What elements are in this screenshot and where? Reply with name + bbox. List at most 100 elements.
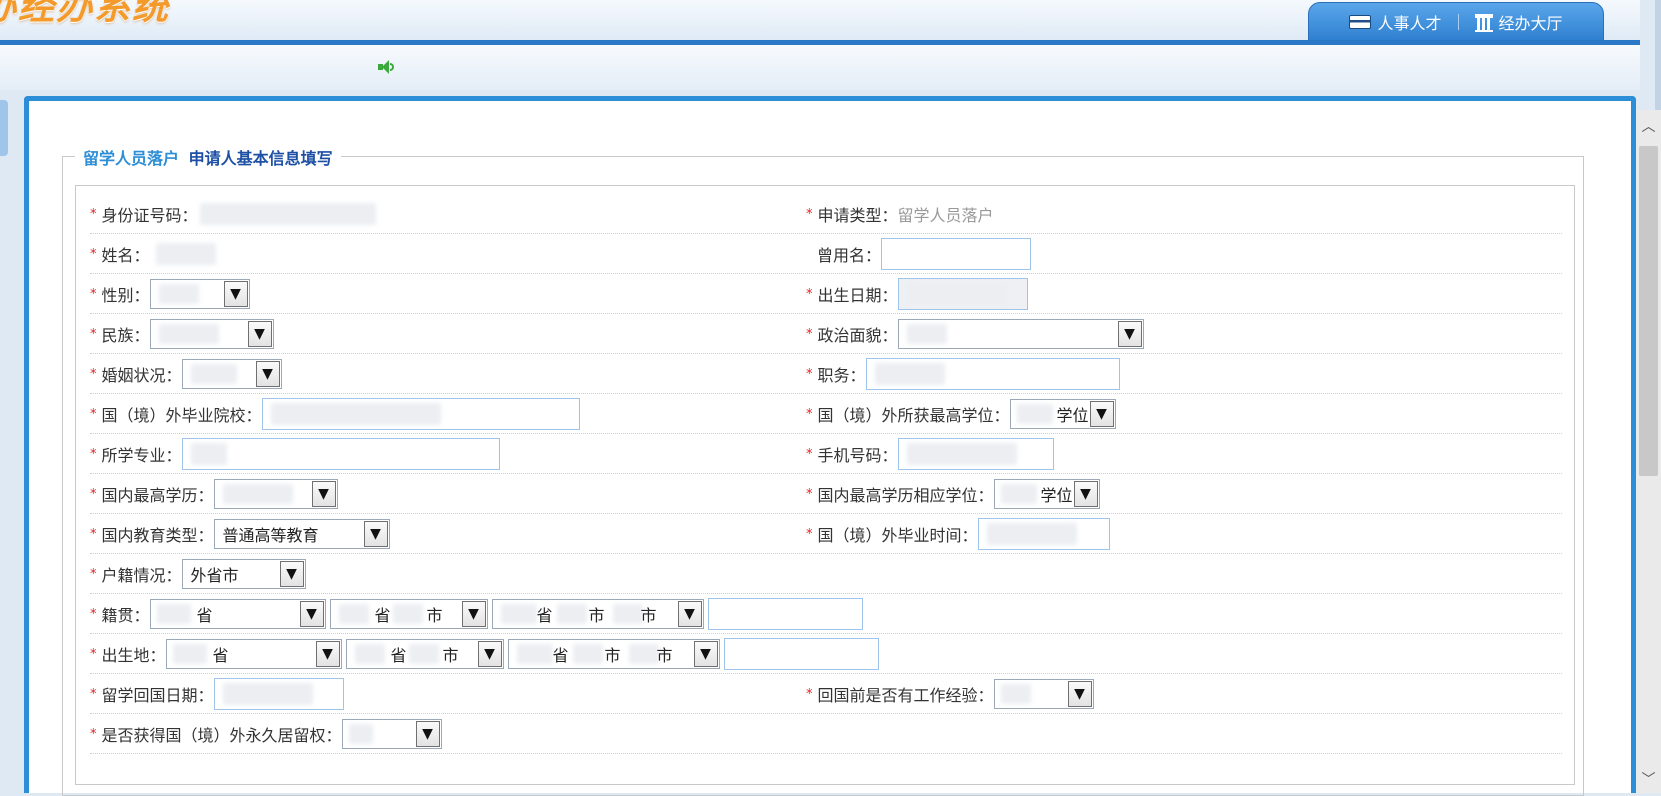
native-detail-input[interactable] <box>707 598 863 630</box>
id-number-label: 身份证号码： <box>101 206 198 225</box>
scroll-thumb[interactable] <box>1639 146 1658 476</box>
chevron-down-icon: ▼ <box>299 601 324 627</box>
required-mark: * <box>90 486 97 502</box>
gender-select[interactable]: ▼ <box>149 279 250 309</box>
foreign-school-input[interactable] <box>261 398 580 430</box>
side-collapse-handle[interactable] <box>0 100 8 156</box>
chevron-down-icon: ▼ <box>315 641 340 667</box>
political-label: 政治面貌： <box>817 326 898 345</box>
nav-item-hr-talent[interactable]: 人事人才 <box>1349 10 1442 34</box>
required-mark: * <box>806 486 813 502</box>
foreign-grad-time-input[interactable] <box>977 518 1110 550</box>
name-label: 姓名： <box>101 246 150 265</box>
form-row: * 留学回国日期： * 回国前是否有工作经验： ▼ <box>90 674 1562 714</box>
scroll-up-icon[interactable]: ︿ <box>1636 114 1661 138</box>
apply-type-label: 申请类型： <box>817 206 898 225</box>
former-name-label: 曾用名： <box>817 246 882 265</box>
required-mark: * <box>90 446 97 462</box>
nav-label-service-hall: 经办大厅 <box>1498 14 1563 33</box>
domestic-degree-label: 国内最高学历相应学位： <box>817 486 994 505</box>
form-row: * 婚姻状况： ▼ * 职务： <box>90 354 1562 394</box>
required-mark: * <box>806 406 813 422</box>
birth-detail-input[interactable] <box>723 638 879 670</box>
birth-county-select[interactable]: 省市市 ▼ <box>507 639 720 669</box>
political-select[interactable]: ▼ <box>897 319 1144 349</box>
nav-item-service-hall[interactable]: 经办大厅 <box>1474 10 1563 34</box>
chevron-down-icon: ▼ <box>1073 481 1098 507</box>
chevron-down-icon: ▼ <box>223 281 248 307</box>
return-date-input[interactable] <box>213 678 344 710</box>
birth-province-select[interactable]: 省 ▼ <box>165 639 342 669</box>
form-area: * 身份证号码： * 申请类型： 留学人员落户 * 姓名： 曾用名： * 性别： ▼ *… <box>75 185 1575 785</box>
form-row: * 是否获得国（境）外永久居留权： ▼ <box>90 714 1562 754</box>
legend-title: 申请人基本信息填写 <box>188 149 333 168</box>
permanent-residence-select[interactable]: ▼ <box>341 719 442 749</box>
major-input[interactable] <box>181 438 500 470</box>
required-mark: * <box>806 326 813 342</box>
chevron-down-icon: ▼ <box>1089 401 1114 427</box>
foreign-degree-label: 国（境）外所获最高学位： <box>817 406 1010 425</box>
chevron-down-icon: ▼ <box>1117 321 1142 347</box>
name-value <box>155 243 216 265</box>
marital-select[interactable]: ▼ <box>181 359 282 389</box>
birth-date-input[interactable] <box>897 278 1028 310</box>
vertical-scrollbar[interactable]: ︿ ﹀ <box>1636 110 1661 793</box>
required-mark: * <box>90 646 97 662</box>
native-province-select[interactable]: 省 ▼ <box>149 599 326 629</box>
required-mark: * <box>806 206 813 222</box>
chevron-down-icon: ▼ <box>255 361 280 387</box>
required-mark: * <box>90 206 97 222</box>
required-mark: * <box>90 246 97 262</box>
required-mark: * <box>90 726 97 742</box>
required-mark: * <box>90 566 97 582</box>
window-edge <box>1655 0 1661 110</box>
chevron-down-icon: ▼ <box>1067 681 1092 707</box>
applicant-info-fieldset: 留学人员落户 申请人基本信息填写 * 身份证号码： * 申请类型： 留学人员落户 *… <box>62 145 1584 796</box>
legend-prefix: 留学人员落户 <box>83 149 180 168</box>
edu-type-label: 国内教育类型： <box>101 526 214 545</box>
ethnicity-select[interactable]: ▼ <box>149 319 274 349</box>
chevron-down-icon: ▼ <box>363 521 388 547</box>
permanent-residence-label: 是否获得国（境）外永久居留权： <box>101 726 342 745</box>
speaker-icon[interactable] <box>378 60 394 74</box>
form-row: * 籍贯： 省 ▼ 省市 ▼ 省市市 ▼ <box>90 594 1562 634</box>
chevron-down-icon: ▼ <box>311 481 336 507</box>
form-row: * 身份证号码： * 申请类型： 留学人员落户 <box>90 194 1562 234</box>
form-row: * 出生地： 省 ▼ 省市 ▼ 省市市 ▼ <box>90 634 1562 674</box>
native-city-select[interactable]: 省市 ▼ <box>329 599 488 629</box>
chevron-down-icon: ▼ <box>461 601 486 627</box>
domestic-degree-select[interactable]: 学位 ▼ <box>993 479 1100 509</box>
foreign-school-label: 国（境）外毕业院校： <box>101 406 262 425</box>
required-mark: * <box>90 366 97 382</box>
form-row: * 姓名： 曾用名： <box>90 234 1562 274</box>
ethnicity-label: 民族： <box>101 326 150 345</box>
nav-label-hr-talent: 人事人才 <box>1377 14 1442 33</box>
chevron-down-icon: ▼ <box>693 641 718 667</box>
birth-city-select[interactable]: 省市 ▼ <box>345 639 504 669</box>
top-nav: 人事人才 经办大厅 <box>1308 2 1604 42</box>
work-experience-select[interactable]: ▼ <box>993 679 1094 709</box>
chevron-down-icon: ▼ <box>247 321 272 347</box>
marital-label: 婚姻状况： <box>101 366 182 385</box>
chevron-down-icon: ▼ <box>415 721 440 747</box>
position-input[interactable] <box>865 358 1120 390</box>
required-mark: * <box>90 406 97 422</box>
foreign-degree-select[interactable]: 学位 ▼ <box>1009 399 1116 429</box>
chevron-down-icon: ▼ <box>477 641 502 667</box>
foreign-grad-time-label: 国（境）外毕业时间： <box>817 526 978 545</box>
edu-type-select[interactable]: 普通高等教育 ▼ <box>213 519 390 549</box>
scroll-down-icon[interactable]: ﹀ <box>1636 767 1661 791</box>
mobile-input[interactable] <box>897 438 1054 470</box>
domestic-edu-select[interactable]: ▼ <box>213 479 338 509</box>
required-mark: * <box>90 526 97 542</box>
required-mark: * <box>806 526 813 542</box>
work-experience-label: 回国前是否有工作经验： <box>817 686 994 705</box>
native-county-select[interactable]: 省市市 ▼ <box>491 599 704 629</box>
id-number-value <box>199 203 376 225</box>
required-mark: * <box>806 366 813 382</box>
birth-date-label: 出生日期： <box>817 286 898 305</box>
top-header: 办经办系统 人事人才 经办大厅 <box>0 0 1640 44</box>
household-select[interactable]: 外省市 ▼ <box>181 559 306 589</box>
major-label: 所学专业： <box>101 446 182 465</box>
former-name-input[interactable] <box>881 238 1032 270</box>
